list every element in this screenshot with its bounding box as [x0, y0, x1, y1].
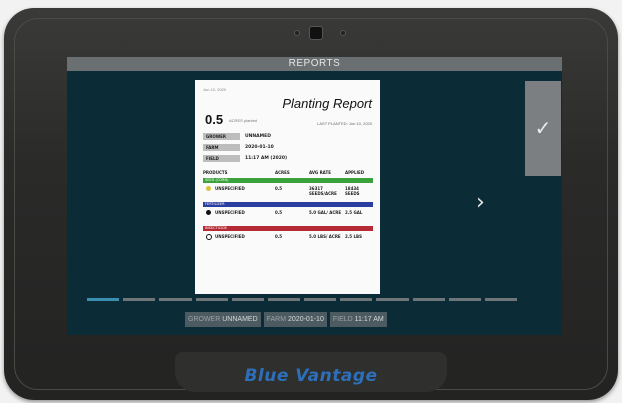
progress-segment[interactable]	[412, 298, 445, 301]
table-row: UNSPECIFIED 0.5 5.0 LBS/ ACRE 2.5 LBS	[203, 233, 373, 247]
droplet-icon	[206, 210, 211, 215]
product-name: UNSPECIFIED	[215, 234, 245, 239]
progress-segment[interactable]	[123, 298, 156, 301]
chip-value: 11:17 AM	[354, 316, 384, 323]
screen: REPORTS Jun 10, 2020 Planting Report 0.5…	[67, 57, 562, 335]
field-value: 2020-01-10	[245, 145, 274, 150]
progress-segment[interactable]	[340, 298, 373, 301]
field-label: FARM	[203, 144, 240, 151]
category-bar: FERTILIZER	[203, 202, 373, 207]
acres-cell: 0.5	[275, 210, 283, 215]
column-header: PRODUCTS	[203, 170, 228, 175]
progress-segment[interactable]	[87, 298, 120, 301]
checkmark-icon: ✓	[534, 116, 552, 140]
chip-key: FARM	[266, 316, 287, 323]
chip-value: UNNAMED	[222, 316, 258, 323]
rate-cell: 5.0 GAL/ ACRE	[309, 210, 342, 215]
brand-logo: Blue Vantage	[244, 366, 378, 386]
column-header: AVG RATE	[309, 170, 331, 175]
applied-cell: 2.5 LBS	[345, 234, 362, 239]
progress-segment[interactable]	[304, 298, 337, 301]
progress-segment[interactable]	[159, 298, 192, 301]
last-planted: LAST PLANTED: Jun 10, 2020	[317, 121, 372, 126]
field-label: FIELD	[203, 155, 240, 162]
field-value: UNNAMED	[245, 134, 271, 139]
report-preview: Jun 10, 2020 Planting Report 0.5 ACRES p…	[195, 80, 380, 294]
report-date: Jun 10, 2020	[203, 87, 227, 92]
page-progress	[87, 298, 518, 302]
acres-cell: 0.5	[275, 186, 283, 191]
field-row: FIELD 11:17 AM (2020)	[203, 155, 373, 162]
farm-chip[interactable]: FARM 2020-01-10	[263, 312, 327, 327]
field-value: 11:17 AM (2020)	[245, 156, 288, 161]
column-header: APPLIED	[345, 170, 365, 175]
rate-cell: 5.0 LBS/ ACRE	[309, 234, 341, 239]
field-label: GROWER	[203, 133, 240, 140]
grower-chip[interactable]: GROWER UNNAMED	[185, 312, 261, 327]
chevron-right-icon[interactable]: ›	[476, 190, 485, 215]
acres-cell: 0.5	[275, 234, 283, 239]
chip-value: 2020-01-10	[288, 316, 324, 323]
sensor-dot	[340, 30, 346, 36]
progress-segment[interactable]	[267, 298, 301, 301]
category-bar: SEED (CORN)	[203, 178, 373, 183]
status-chips: GROWER UNNAMED FARM 2020-01-10 FIELD 11:…	[185, 312, 387, 327]
chip-key: FIELD	[332, 316, 353, 323]
column-header: ACRES	[275, 170, 290, 175]
grower-row: GROWER UNNAMED	[203, 133, 373, 140]
rate-cell: 36317 SEEDS/ACRE	[309, 186, 337, 196]
bug-icon	[206, 234, 212, 240]
acres-value: 0.5	[205, 112, 224, 127]
table-row: UNSPECIFIED 0.5 5.0 GAL/ ACRE 2.5 GAL	[203, 209, 373, 223]
progress-segment[interactable]	[195, 298, 228, 301]
page-title: REPORTS	[67, 57, 562, 71]
progress-segment[interactable]	[231, 298, 264, 301]
product-name: UNSPECIFIED	[215, 210, 245, 215]
acres-label: ACRES planted	[229, 118, 258, 123]
progress-segment[interactable]	[376, 298, 409, 301]
seed-icon	[206, 186, 211, 191]
sensor-dot	[294, 30, 300, 36]
progress-segment[interactable]	[448, 298, 481, 301]
field-chip[interactable]: FIELD 11:17 AM	[329, 312, 387, 327]
applied-cell: 2.5 GAL	[345, 210, 363, 215]
chip-key: GROWER	[188, 316, 221, 323]
table-header: PRODUCTS ACRES AVG RATE APPLIED	[203, 170, 373, 177]
applied-cell: 18434 SEEDS	[345, 186, 360, 196]
report-title: Planting Report	[282, 96, 372, 111]
progress-segment[interactable]	[484, 298, 518, 301]
confirm-button[interactable]: ✓	[525, 81, 561, 176]
table-row: UNSPECIFIED 0.5 36317 SEEDS/ACRE 18434 S…	[203, 185, 373, 199]
product-name: UNSPECIFIED	[215, 186, 245, 191]
camera-icon	[309, 26, 323, 40]
category-bar: INSECTICIDE	[203, 226, 373, 231]
farm-row: FARM 2020-01-10	[203, 144, 373, 151]
